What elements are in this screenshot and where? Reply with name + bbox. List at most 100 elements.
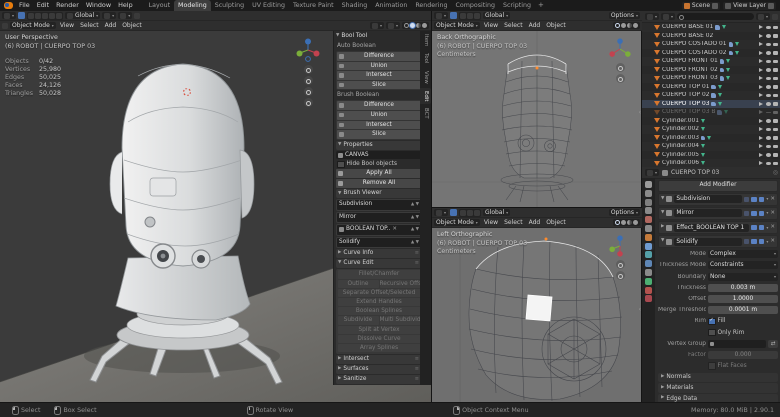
visibility-icon[interactable] — [766, 85, 771, 89]
shading-material-icon[interactable] — [627, 23, 632, 28]
outliner-item[interactable]: Cylinder.002 — [642, 125, 780, 134]
modifier-mirror[interactable]: ▼ Mirror ▾✕ — [658, 207, 778, 220]
shading-material-icon[interactable] — [627, 220, 632, 225]
render-visibility-icon[interactable] — [773, 102, 778, 106]
add-modifier-button[interactable]: Add Modifier — [658, 180, 778, 192]
shading-solid-icon[interactable] — [410, 23, 415, 28]
toggle-render-icon[interactable] — [759, 211, 765, 217]
viewport-user-perspective[interactable]: ▾ Global▾ ▾ ▾ Object Mode▾ View Select A… — [0, 11, 431, 403]
quick-modifier-boolean[interactable]: BOOLEAN TOP..✕▲ ▼ — [336, 224, 422, 235]
panel-collapse-arrow[interactable]: ‹ — [639, 306, 641, 313]
selectable-icon[interactable] — [759, 68, 763, 72]
sidebar-tab-view[interactable]: View — [420, 68, 431, 87]
sidebar-tab-edit[interactable]: Edit — [420, 88, 431, 104]
curve-edit-panel-header[interactable]: ▼Curve Edit≡ — [336, 259, 422, 268]
workspace-tab-modeling[interactable]: Modeling — [174, 0, 211, 11]
select-mode-icons[interactable] — [459, 209, 481, 217]
render-visibility-icon[interactable] — [773, 162, 778, 166]
multi-subdivide-button[interactable]: Multi Subdivide — [380, 316, 421, 324]
bool-tool-panel-header[interactable]: ▼Bool Tool — [336, 32, 422, 41]
shading-wireframe-icon[interactable] — [615, 220, 620, 225]
outline-button[interactable]: Outline — [338, 280, 379, 288]
transform-orientation-dropdown[interactable]: Global▾ — [65, 12, 100, 19]
workspace-tab-animation[interactable]: Animation — [371, 0, 411, 11]
hide-bool-objects-checkbox[interactable]: Hide Bool objects — [336, 160, 422, 168]
snap-dropdown[interactable]: ▾ — [118, 12, 132, 19]
outliner-item[interactable]: Cylinder.006 — [642, 159, 780, 167]
toggle-editmode-icon[interactable] — [744, 239, 750, 245]
shading-mode-buttons[interactable] — [613, 219, 640, 226]
properties-subpanel-header[interactable]: ▼Properties — [336, 141, 422, 150]
visibility-icon[interactable] — [766, 68, 771, 72]
selectable-icon[interactable] — [759, 42, 763, 46]
menu-render[interactable]: Render — [53, 0, 82, 11]
menu-select[interactable]: Select — [78, 22, 101, 29]
mode-dropdown[interactable]: Object Mode▾ — [10, 22, 56, 29]
tab-modifiers-icon[interactable] — [645, 243, 652, 250]
viewport-back-orthographic[interactable]: ▾ Global▾ Options▾ Object Mode▾ View Sel… — [431, 11, 642, 207]
workspace-tab-uv-editing[interactable]: UV Editing — [248, 0, 289, 11]
auto-slice-button[interactable]: Slice — [337, 81, 421, 90]
render-visibility-icon[interactable] — [773, 145, 778, 149]
outliner-item[interactable]: Cylinder.004 — [642, 142, 780, 151]
menu-view[interactable]: View — [58, 22, 76, 29]
reorder-arrows[interactable]: ▲ ▼ — [411, 200, 419, 209]
render-visibility-icon[interactable] — [773, 153, 778, 157]
panel-collapse-arrow[interactable]: ‹ — [639, 109, 641, 116]
outliner-item-hidden[interactable]: CUERPO TOP 03 B — [642, 108, 780, 117]
camera-view-icon[interactable] — [304, 87, 313, 96]
outliner-item[interactable]: CUERPO FRONT 03 — [642, 74, 780, 83]
menu-object[interactable]: Object — [120, 22, 144, 29]
modifier-solidify[interactable]: ▼ Solidify ▾✕ — [658, 235, 778, 248]
tab-tool-icon[interactable] — [645, 181, 652, 188]
shading-rendered-icon[interactable] — [633, 23, 638, 28]
new-collection-icon[interactable] — [772, 14, 778, 20]
tab-particles-icon[interactable] — [645, 251, 652, 258]
render-visibility-icon[interactable] — [773, 136, 778, 140]
filter-dropdown[interactable]: ▾ — [756, 13, 770, 20]
extend-handles-button[interactable]: Extend Handles — [338, 298, 421, 306]
move-view-icon[interactable] — [616, 74, 625, 83]
menu-help[interactable]: Help — [115, 0, 136, 11]
thickness-value[interactable]: 0.003 m — [708, 284, 778, 292]
render-visibility-icon[interactable] — [773, 119, 778, 123]
boundary-dropdown[interactable]: None▾ — [708, 273, 778, 281]
outliner-item[interactable]: CUERPO BASE 02 — [642, 32, 780, 41]
active-tool-select-box-icon[interactable] — [450, 209, 457, 216]
menu-object[interactable]: Object — [544, 219, 568, 226]
selectable-icon[interactable] — [759, 93, 763, 97]
selectable-icon[interactable] — [759, 25, 763, 29]
shading-wireframe-icon[interactable] — [615, 23, 620, 28]
mode-dropdown[interactable]: Complex▾ — [708, 250, 778, 258]
viewport-left-orthographic[interactable]: ▾ Global▾ Options▾ Object Mode▾ View Sel… — [431, 207, 642, 404]
outliner-item[interactable]: CUERPO COSTADO 02 — [642, 49, 780, 58]
tab-object-icon[interactable] — [645, 234, 652, 241]
menu-add[interactable]: Add — [527, 22, 543, 29]
merge-threshold-value[interactable]: 0.0001 m — [708, 306, 778, 314]
visibility-icon[interactable] — [766, 26, 771, 30]
visibility-icon[interactable] — [766, 51, 771, 55]
shading-rendered-icon[interactable] — [422, 23, 427, 28]
shading-wireframe-icon[interactable] — [404, 23, 409, 28]
split-at-vertex-button[interactable]: Split at Vertex — [338, 326, 421, 334]
workspace-tab-sculpting[interactable]: Sculpting — [211, 0, 248, 11]
menu-select[interactable]: Select — [502, 22, 525, 29]
remove-all-button[interactable]: Remove All — [336, 179, 422, 188]
move-view-icon[interactable] — [304, 76, 313, 85]
render-visibility-icon[interactable] — [773, 51, 778, 55]
auto-union-button[interactable]: Union — [337, 62, 421, 71]
render-visibility-icon[interactable] — [773, 85, 778, 89]
perspective-toggle-icon[interactable] — [304, 98, 313, 107]
render-visibility-icon[interactable] — [773, 43, 778, 47]
new-view-layer-icon[interactable] — [768, 3, 774, 9]
shading-mode-buttons[interactable] — [613, 22, 640, 29]
brush-intersect-button[interactable]: Intersect — [337, 121, 421, 130]
render-visibility-icon[interactable] — [773, 60, 778, 64]
workspace-tab-scripting[interactable]: Scripting — [499, 0, 535, 11]
mode-dropdown[interactable]: Object Mode▾ — [434, 219, 480, 226]
visibility-icon[interactable] — [766, 102, 771, 106]
visibility-icon[interactable] — [766, 94, 771, 98]
outliner-item[interactable]: Cylinder.005 — [642, 151, 780, 160]
zoom-icon[interactable] — [616, 63, 625, 72]
visibility-icon[interactable] — [766, 136, 771, 140]
